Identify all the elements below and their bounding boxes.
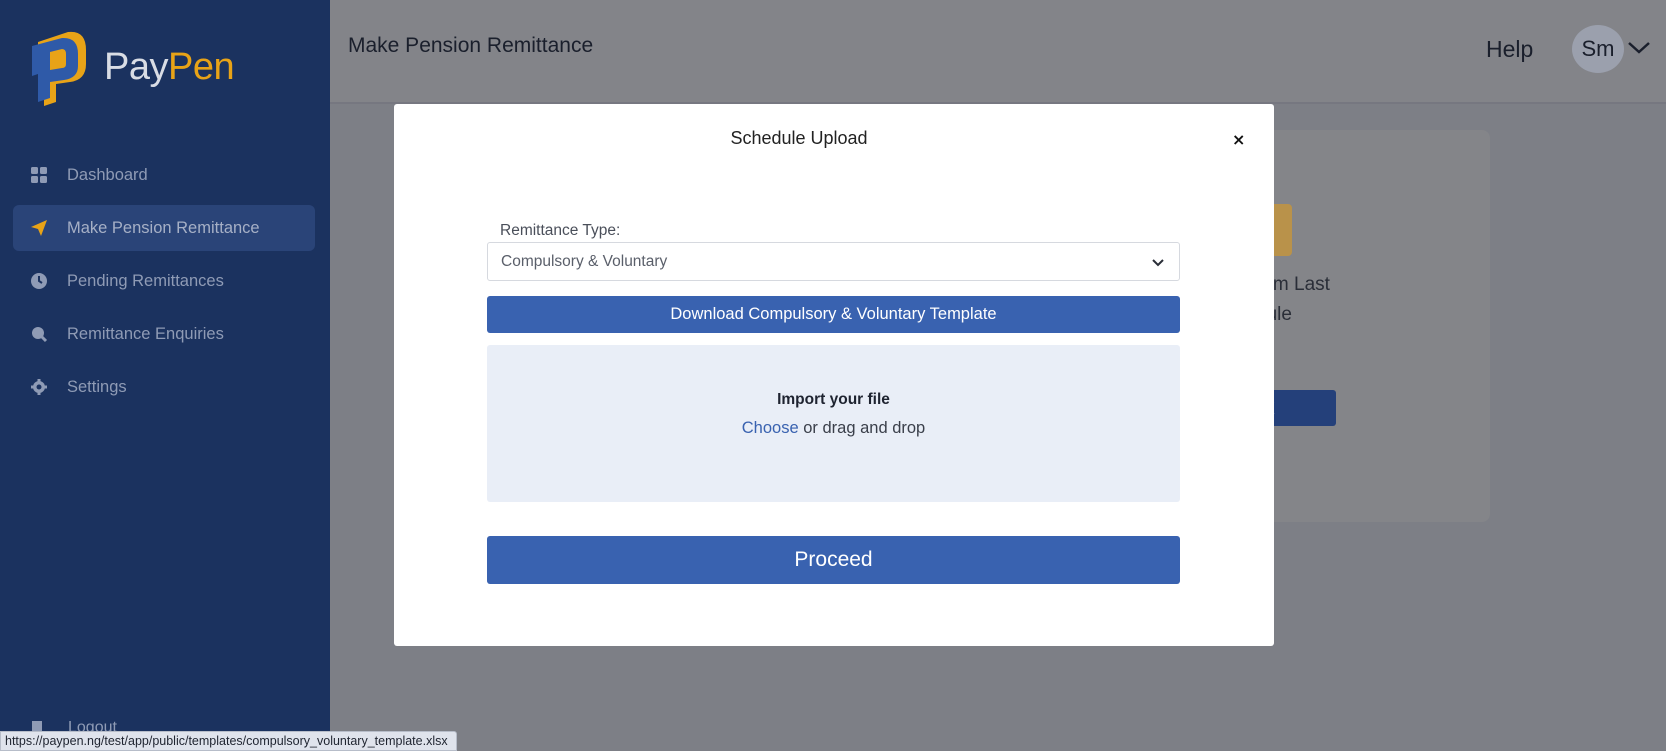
chevron-down-icon [1151, 255, 1165, 273]
file-dropzone[interactable]: Import your file Choose or drag and drop [487, 345, 1180, 502]
paypen-logo-icon [32, 28, 90, 106]
logo[interactable]: PayPen [32, 28, 235, 106]
clock-icon [29, 271, 49, 291]
link-url-status: https://paypen.ng/test/app/public/templa… [0, 731, 457, 751]
sidebar-item-settings[interactable]: Settings [13, 364, 315, 410]
help-link[interactable]: Help [1486, 36, 1533, 63]
sidebar-item-label: Make Pension Remittance [67, 218, 260, 237]
sidebar-nav: Dashboard Make Pension Remittance Pendin… [13, 152, 315, 417]
sidebar: PayPen Dashboard Make Pension Remittance… [0, 0, 330, 751]
remittance-type-label: Remittance Type: [500, 222, 621, 239]
download-template-button[interactable]: Download Compulsory & Voluntary Template [487, 296, 1180, 333]
sidebar-item-label: Settings [67, 377, 127, 396]
dropzone-title: Import your file [777, 391, 890, 408]
logo-wordmark: PayPen [104, 45, 235, 89]
sidebar-item-label: Remittance Enquiries [67, 324, 224, 343]
paper-plane-icon [29, 218, 49, 238]
choose-file-link[interactable]: Choose [742, 419, 799, 437]
sidebar-item-make-pension-remittance[interactable]: Make Pension Remittance [13, 205, 315, 251]
logo-wordmark-pay: Pay [104, 45, 168, 88]
sidebar-item-label: Dashboard [67, 165, 148, 184]
search-icon [29, 324, 49, 344]
sidebar-item-dashboard[interactable]: Dashboard [13, 152, 315, 198]
avatar[interactable]: Sm [1572, 25, 1624, 73]
dropzone-subtitle: Choose or drag and drop [487, 419, 1180, 438]
grid-icon [29, 165, 49, 185]
sidebar-item-label: Pending Remittances [67, 271, 224, 290]
sidebar-item-pending-remittances[interactable]: Pending Remittances [13, 258, 315, 304]
schedule-upload-modal: Schedule Upload × Remittance Type: Compu… [394, 104, 1274, 646]
logo-wordmark-pen: Pen [167, 45, 235, 88]
gear-icon [29, 377, 49, 397]
proceed-button[interactable]: Proceed [487, 536, 1180, 584]
top-bar: Make Pension Remittance Help Sm [330, 0, 1666, 104]
chevron-down-icon[interactable] [1627, 40, 1651, 59]
remittance-type-select[interactable]: Compulsory & Voluntary [487, 242, 1180, 281]
repeat-last-schedule-card: rom Last dule X [1240, 130, 1490, 522]
modal-title: Schedule Upload [730, 128, 868, 148]
dropzone-hint: or drag and drop [798, 419, 926, 437]
sidebar-item-remittance-enquiries[interactable]: Remittance Enquiries [13, 311, 315, 357]
page-title: Make Pension Remittance [348, 34, 594, 57]
close-button[interactable]: × [1232, 130, 1245, 149]
remittance-type-value: Compulsory & Voluntary [501, 252, 668, 270]
